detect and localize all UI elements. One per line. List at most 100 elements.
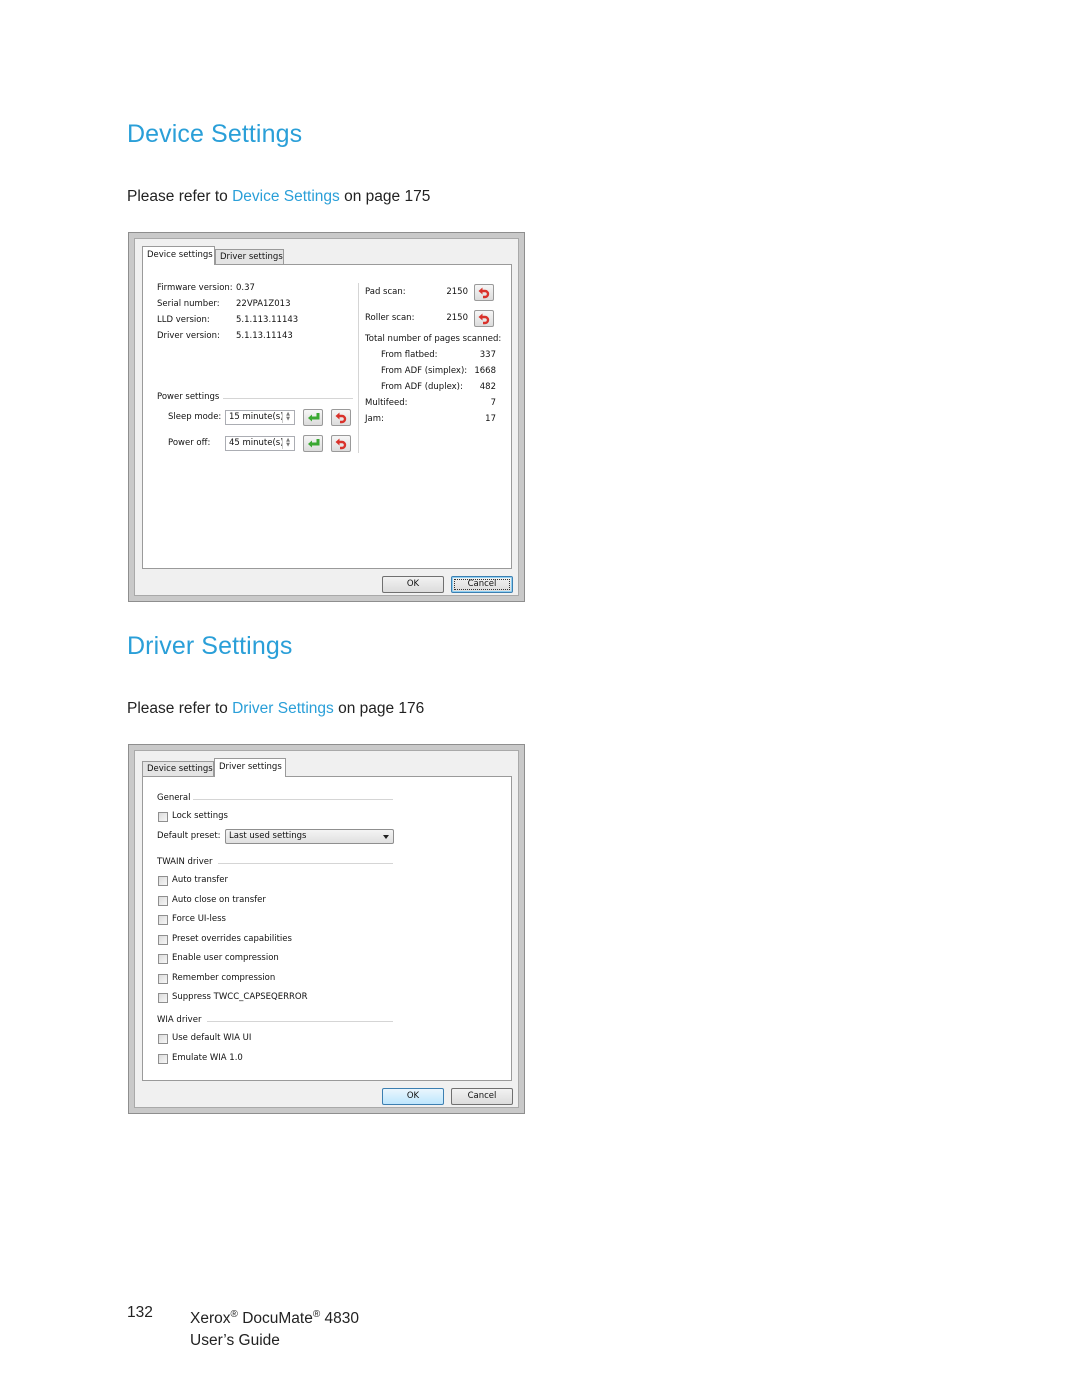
multifeed-value: 7 — [490, 398, 496, 408]
sleep-mode-value: 15 minute(s) — [229, 412, 284, 422]
from-adf-simplex-value: 1668 — [474, 366, 496, 376]
group-divider — [223, 398, 353, 399]
lock-settings-checkbox[interactable] — [158, 812, 168, 822]
section-heading-driver-settings: Driver Settings — [127, 632, 293, 660]
ok-button[interactable]: OK — [382, 1088, 444, 1105]
page-number: 132 — [127, 1304, 153, 1321]
registered-mark: ® — [230, 1309, 238, 1320]
option-checkbox[interactable] — [158, 1034, 168, 1044]
serial-number-value: 22VPA1Z013 — [236, 299, 291, 309]
refer-text: Please refer to — [127, 700, 233, 717]
option-checkbox[interactable] — [158, 876, 168, 886]
from-adf-duplex-value: 482 — [479, 382, 496, 392]
pad-scan-label: Pad scan: — [365, 287, 406, 297]
sleep-mode-label: Sleep mode: — [168, 412, 222, 422]
option-label: Suppress TWCC_CAPSEQERROR — [172, 992, 308, 1002]
option-checkbox[interactable] — [158, 895, 168, 906]
guide-title: User’s Guide — [190, 1332, 280, 1350]
spinner-arrows[interactable]: ▲ ▼ — [282, 412, 293, 423]
cancel-button[interactable]: Cancel — [451, 576, 513, 593]
lld-version-value: 5.1.113.11143 — [236, 315, 299, 325]
option-label: Force UI-less — [172, 914, 226, 924]
tab-device-settings[interactable]: Device settings — [142, 761, 214, 776]
option-label: Emulate WIA 1.0 — [172, 1052, 243, 1063]
driver-version-value: 5.1.13.11143 — [236, 331, 293, 341]
cancel-button[interactable]: Cancel — [451, 1088, 513, 1105]
chevron-down-icon — [383, 835, 389, 839]
spinner-arrows[interactable]: ▲ ▼ — [282, 438, 293, 449]
driver-settings-panel: General Lock settings Default preset: La… — [142, 776, 512, 1081]
power-off-label: Power off: — [168, 438, 211, 448]
option-label: Auto close on transfer — [172, 894, 266, 905]
refer-paragraph-driver: Please refer to Driver Settings on page … — [127, 700, 424, 718]
wia-group-label: WIA driver — [157, 1015, 202, 1025]
dialog-body: Device settings Driver settings General … — [134, 750, 519, 1108]
enter-arrow-icon — [307, 413, 319, 422]
reset-roller-scan-button[interactable] — [474, 310, 494, 327]
twain-group-label: TWAIN driver — [157, 857, 213, 867]
roller-scan-label: Roller scan: — [365, 313, 415, 323]
reset-power-off-button[interactable] — [331, 435, 351, 452]
device-settings-link[interactable]: Device Settings — [232, 188, 340, 205]
dialog-body: Device settings Driver settings Firmware… — [134, 238, 519, 596]
option-label: Enable user compression — [172, 953, 279, 963]
default-preset-value: Last used settings — [229, 831, 307, 841]
option-checkbox[interactable] — [158, 915, 168, 925]
refer-page-text: on page 176 — [333, 700, 425, 717]
group-divider — [218, 863, 393, 864]
driver-settings-link[interactable]: Driver Settings — [232, 700, 334, 717]
firmware-version-value: 0.37 — [236, 283, 255, 293]
lld-version-label: LLD version: — [157, 315, 210, 325]
option-checkbox[interactable] — [158, 954, 168, 964]
reset-sleep-button[interactable] — [331, 409, 351, 426]
undo-arrow-icon — [335, 438, 347, 449]
tab-driver-settings[interactable]: Driver settings — [215, 249, 284, 264]
tab-driver-settings[interactable]: Driver settings — [214, 758, 286, 777]
default-preset-dropdown[interactable]: Last used settings — [225, 829, 394, 844]
refer-text: Please refer to — [127, 188, 233, 205]
reset-pad-scan-button[interactable] — [474, 284, 494, 301]
spin-down-icon[interactable]: ▼ — [283, 417, 293, 422]
default-preset-label: Default preset: — [157, 831, 221, 841]
lock-settings-label: Lock settings — [172, 811, 228, 821]
general-group-label: General — [157, 793, 191, 803]
apply-power-off-button[interactable] — [303, 435, 323, 452]
option-label: Remember compression — [172, 972, 276, 983]
option-label: Use default WIA UI — [172, 1033, 252, 1043]
power-off-value: 45 minute(s) — [229, 438, 284, 448]
firmware-version-label: Firmware version: — [157, 283, 233, 293]
power-off-spinner[interactable]: 45 minute(s) ▲ ▼ — [225, 436, 295, 451]
from-adf-duplex-label: From ADF (duplex): — [381, 382, 463, 392]
apply-sleep-button[interactable] — [303, 409, 323, 426]
refer-page-text: on page 175 — [339, 188, 431, 205]
option-label: Preset overrides capabilities — [172, 933, 292, 944]
model-number: 4830 — [324, 1310, 360, 1328]
registered-mark: ® — [312, 1309, 321, 1320]
focus-ring — [454, 579, 510, 590]
tab-device-settings[interactable]: Device settings — [142, 246, 215, 265]
driver-settings-dialog: Device settings Driver settings General … — [128, 744, 525, 1114]
option-label: Auto transfer — [172, 875, 229, 885]
sleep-mode-spinner[interactable]: 15 minute(s) ▲ ▼ — [225, 410, 295, 425]
refer-paragraph-device: Please refer to Device Settings on page … — [127, 188, 430, 206]
enter-arrow-icon — [307, 439, 319, 448]
multifeed-label: Multifeed: — [365, 398, 408, 408]
from-flatbed-label: From flatbed: — [381, 350, 438, 360]
option-checkbox[interactable] — [158, 1053, 168, 1064]
column-separator — [358, 283, 359, 453]
power-settings-group-label: Power settings — [157, 392, 220, 402]
ok-button[interactable]: OK — [382, 576, 444, 593]
undo-arrow-icon — [478, 313, 490, 324]
spin-down-icon[interactable]: ▼ — [283, 443, 293, 448]
undo-arrow-icon — [478, 287, 490, 298]
pad-scan-value: 2150 — [446, 287, 468, 297]
roller-scan-value: 2150 — [446, 313, 468, 323]
product-name: DocuMate — [242, 1310, 313, 1328]
option-checkbox[interactable] — [158, 973, 168, 984]
from-flatbed-value: 337 — [479, 350, 496, 360]
option-checkbox[interactable] — [158, 934, 168, 945]
device-settings-panel: Firmware version: 0.37 Serial number: 22… — [142, 264, 512, 569]
option-checkbox[interactable] — [158, 993, 168, 1003]
group-divider — [207, 1021, 393, 1022]
product-title: Xerox® DocuMate® 4830 — [190, 1304, 359, 1330]
